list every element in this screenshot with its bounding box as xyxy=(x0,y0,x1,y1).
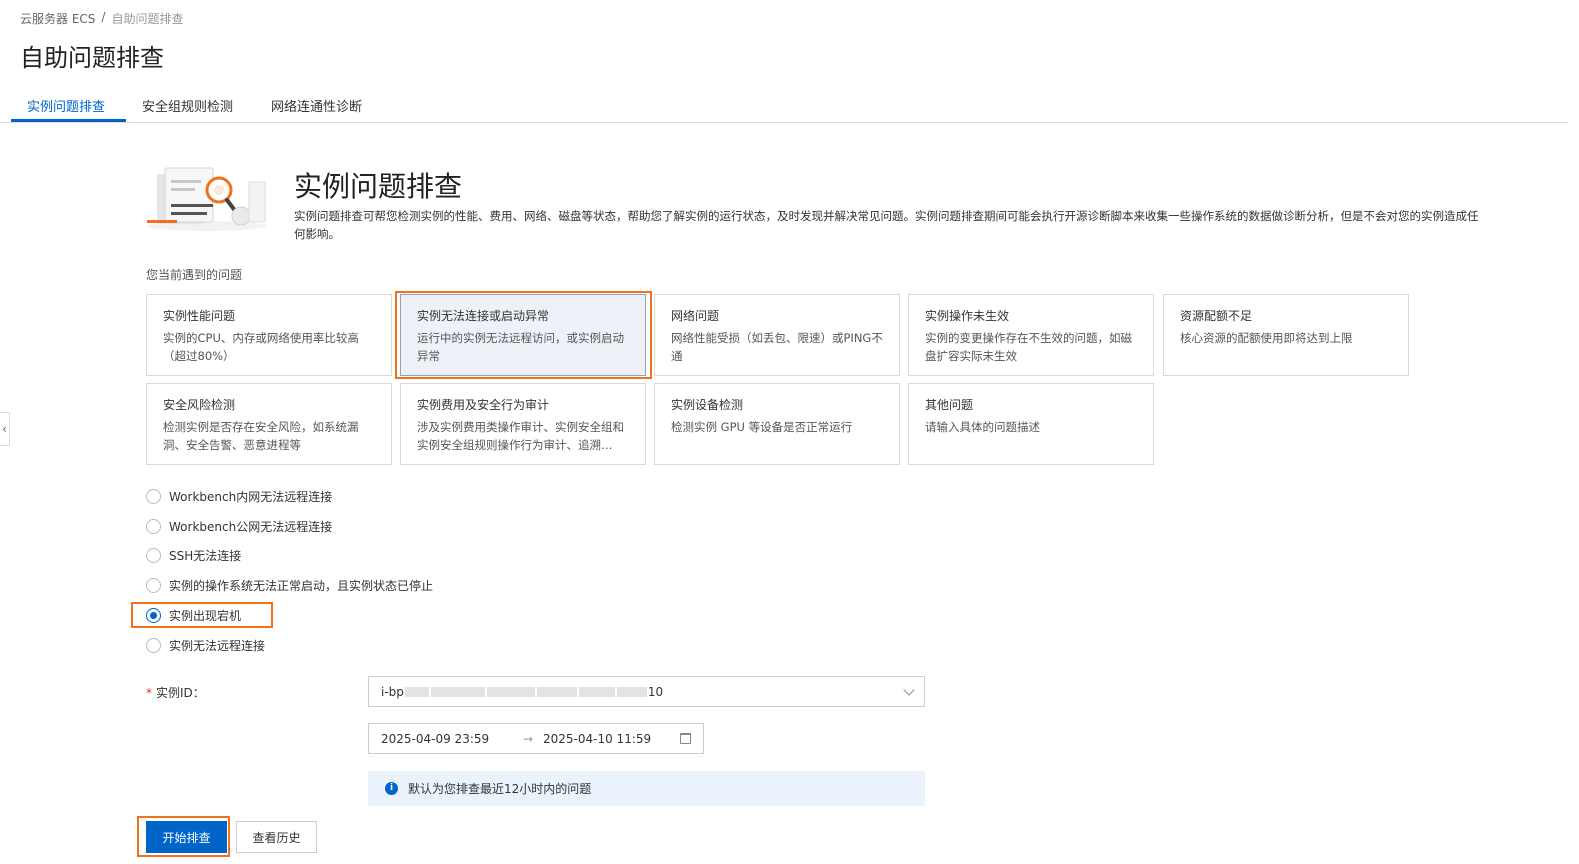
view-history-button[interactable]: 查看历史 xyxy=(236,821,317,853)
card-operation-not-effective[interactable]: 实例操作未生效 实例的变更操作存在不生效的问题，如磁盘扩容实际未生效 xyxy=(908,294,1154,376)
card-device-check[interactable]: 实例设备检测 检测实例 GPU 等设备是否正常运行 xyxy=(654,383,900,465)
tab-security-group-check[interactable]: 安全组规则检测 xyxy=(142,96,233,115)
redacted-text xyxy=(486,687,535,697)
card-title: 实例无法连接或启动异常 xyxy=(417,309,550,323)
card-title: 实例设备检测 xyxy=(671,398,744,412)
calendar-icon[interactable] xyxy=(680,733,691,744)
card-security-risk[interactable]: 安全风险检测 检测实例是否存在安全风险，如系统漏洞、安全告警、恶意进程等 xyxy=(146,383,392,465)
card-description: 运行中的实例无法远程访问，或实例启动异常 xyxy=(417,331,624,363)
radio-workbench-public[interactable]: Workbench公网无法远程连接 xyxy=(146,518,332,535)
card-title: 实例操作未生效 xyxy=(925,309,1010,323)
redacted-text xyxy=(430,687,485,697)
chevron-left-icon: ‹ xyxy=(2,422,7,436)
arrow-right-icon: → xyxy=(523,732,534,746)
range-start-date[interactable]: 2025-04-09 23:59 xyxy=(381,732,489,746)
time-range-picker[interactable]: 2025-04-09 23:59 → 2025-04-10 11:59 xyxy=(368,723,704,754)
redacted-text xyxy=(616,687,647,697)
instance-id-suffix: 10 xyxy=(647,684,664,699)
radio-label: 实例的操作系统无法正常启动，且实例状态已停止 xyxy=(169,579,434,593)
card-connection-startup-issue[interactable]: 实例无法连接或启动异常 运行中的实例无法远程访问，或实例启动异常 xyxy=(400,294,646,376)
problems-label: 您当前遇到的问题 xyxy=(146,268,243,282)
info-alert: i 默认为您排查最近12小时内的问题 xyxy=(368,771,925,806)
collapse-handle[interactable]: ‹ xyxy=(0,412,10,446)
radio-instance-crash[interactable]: 实例出现宕机 xyxy=(146,607,241,624)
radio-label: Workbench公网无法远程连接 xyxy=(169,520,333,534)
breadcrumb-parent-link[interactable]: 云服务器 ECS xyxy=(20,10,95,27)
tab-bar: 实例问题排查 安全组规则检测 网络连通性诊断 xyxy=(0,88,1568,123)
start-troubleshoot-button[interactable]: 开始排查 xyxy=(146,821,227,853)
card-description: 实例的CPU、内存或网络使用率比较高（超过80%） xyxy=(163,331,359,363)
radio-button[interactable] xyxy=(146,489,161,504)
radio-remote-connection[interactable]: 实例无法远程连接 xyxy=(146,637,265,654)
card-description: 涉及实例费用类操作审计、实例安全组和实例安全组规则操作行为审计、追溯… xyxy=(417,420,624,452)
section-description: 实例问题排查可帮您检测实例的性能、费用、网络、磁盘等状态，帮助您了解实例的运行状… xyxy=(294,209,1479,241)
card-title: 安全风险检测 xyxy=(163,398,236,412)
card-description: 检测实例 GPU 等设备是否正常运行 xyxy=(671,420,853,434)
redacted-text xyxy=(536,687,577,697)
active-tab-indicator xyxy=(11,119,126,122)
radio-os-boot-failure[interactable]: 实例的操作系统无法正常启动，且实例状态已停止 xyxy=(146,577,433,594)
card-description: 实例的变更操作存在不生效的问题，如磁盘扩容实际未生效 xyxy=(925,331,1132,363)
card-title: 网络问题 xyxy=(671,309,720,323)
card-network-issue[interactable]: 网络问题 网络性能受损（如丢包、限速）或PING不通 xyxy=(654,294,900,376)
card-description: 网络性能受损（如丢包、限速）或PING不通 xyxy=(671,331,883,363)
card-title: 资源配额不足 xyxy=(1180,309,1253,323)
card-description: 核心资源的配额使用即将达到上限 xyxy=(1180,331,1353,345)
redacted-text xyxy=(578,687,615,697)
radio-label: 实例无法远程连接 xyxy=(169,639,266,653)
card-description: 检测实例是否存在安全风险，如系统漏洞、安全告警、恶意进程等 xyxy=(163,420,359,452)
breadcrumb-separator: / xyxy=(101,10,106,24)
radio-button[interactable] xyxy=(146,519,161,534)
section-title: 实例问题排查 xyxy=(294,170,463,203)
card-description: 请输入具体的问题描述 xyxy=(925,420,1040,434)
card-other-issue[interactable]: 其他问题 请输入具体的问题描述 xyxy=(908,383,1154,465)
radio-label: Workbench内网无法远程连接 xyxy=(169,490,333,504)
radio-button-checked[interactable] xyxy=(146,608,161,623)
alert-text: 默认为您排查最近12小时内的问题 xyxy=(408,782,592,796)
radio-ssh[interactable]: SSH无法连接 xyxy=(146,547,241,564)
breadcrumb: 云服务器 ECS / 自助问题排查 xyxy=(20,10,183,27)
card-billing-audit[interactable]: 实例费用及安全行为审计 涉及实例费用类操作审计、实例安全组和实例安全组规则操作行… xyxy=(400,383,646,465)
breadcrumb-current: 自助问题排查 xyxy=(111,12,184,26)
instance-id-label-text: 实例ID： xyxy=(156,686,205,700)
radio-button[interactable] xyxy=(146,548,161,563)
chevron-down-icon xyxy=(903,684,915,696)
tab-network-diagnosis[interactable]: 网络连通性诊断 xyxy=(271,96,362,115)
card-title: 实例费用及安全行为审计 xyxy=(417,398,550,412)
radio-workbench-intranet[interactable]: Workbench内网无法远程连接 xyxy=(146,488,332,505)
instance-id-label: * 实例ID： xyxy=(146,684,205,701)
radio-label: 实例出现宕机 xyxy=(169,609,242,623)
redacted-text xyxy=(404,687,429,697)
card-title: 其他问题 xyxy=(925,398,974,412)
tab-instance-troubleshoot[interactable]: 实例问题排查 xyxy=(27,96,105,115)
card-quota-insufficient[interactable]: 资源配额不足 核心资源的配额使用即将达到上限 xyxy=(1163,294,1409,376)
instance-id-select[interactable]: i-bp 10 xyxy=(368,676,925,707)
instance-id-prefix: i-bp xyxy=(381,684,404,699)
troubleshoot-illustration xyxy=(147,167,267,231)
radio-button[interactable] xyxy=(146,578,161,593)
instance-id-value: i-bp 10 xyxy=(381,685,663,699)
radio-button[interactable] xyxy=(146,638,161,653)
radio-label: SSH无法连接 xyxy=(169,549,242,563)
card-title: 实例性能问题 xyxy=(163,309,236,323)
required-mark: * xyxy=(146,686,152,700)
range-end-date[interactable]: 2025-04-10 11:59 xyxy=(543,732,651,746)
page-title: 自助问题排查 xyxy=(20,44,164,72)
card-instance-performance[interactable]: 实例性能问题 实例的CPU、内存或网络使用率比较高（超过80%） xyxy=(146,294,392,376)
info-icon: i xyxy=(385,782,398,795)
